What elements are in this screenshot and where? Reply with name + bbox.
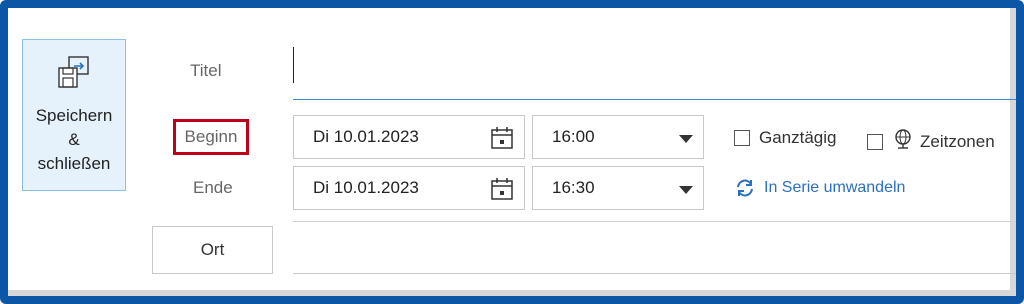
location-button-label: Ort bbox=[200, 240, 225, 259]
calendar-icon[interactable] bbox=[490, 177, 514, 206]
all-day-option[interactable]: Ganztägig bbox=[734, 128, 837, 148]
make-recurring-link[interactable]: In Serie umwandeln bbox=[734, 177, 905, 199]
end-date-value: Di 10.01.2023 bbox=[313, 178, 419, 197]
begin-label: Beginn bbox=[184, 127, 238, 146]
end-label: Ende bbox=[193, 178, 233, 197]
start-date-field[interactable]: Di 10.01.2023 bbox=[293, 115, 525, 159]
time-zones-checkbox[interactable] bbox=[867, 133, 883, 150]
time-zones-option[interactable]: Zeitzonen bbox=[867, 128, 995, 155]
begin-label-highlighted: Beginn bbox=[173, 119, 249, 155]
make-recurring-label: In Serie umwandeln bbox=[764, 179, 906, 196]
all-day-label: Ganztägig bbox=[759, 128, 837, 147]
end-time-value: 16:30 bbox=[552, 178, 595, 197]
all-day-checkbox[interactable] bbox=[734, 130, 750, 146]
chevron-down-icon[interactable] bbox=[679, 135, 693, 143]
save-label-line3: schließen bbox=[37, 154, 111, 173]
time-zones-label: Zeitzonen bbox=[920, 131, 995, 151]
save-label-line1: Speichern bbox=[35, 106, 113, 125]
start-time-dropdown[interactable]: 16:00 bbox=[532, 115, 704, 159]
save-button-label: Speichern & schließen bbox=[36, 104, 113, 176]
globe-icon bbox=[892, 128, 914, 155]
calendar-icon[interactable] bbox=[490, 126, 514, 155]
save-and-close-button[interactable]: Speichern & schließen bbox=[22, 39, 126, 191]
start-time-value: 16:00 bbox=[552, 127, 595, 146]
location-button[interactable]: Ort bbox=[152, 226, 273, 274]
end-date-field[interactable]: Di 10.01.2023 bbox=[293, 166, 525, 210]
text-cursor bbox=[293, 47, 294, 83]
location-input[interactable] bbox=[293, 222, 1016, 274]
recurrence-icon bbox=[737, 179, 753, 197]
title-label: Titel bbox=[190, 61, 222, 80]
chevron-down-icon[interactable] bbox=[679, 186, 693, 194]
save-label-line2: & bbox=[68, 130, 80, 149]
title-input[interactable] bbox=[293, 44, 1016, 100]
frame-shadow-bottom bbox=[8, 290, 1016, 296]
start-date-value: Di 10.01.2023 bbox=[313, 127, 419, 146]
save-close-icon bbox=[56, 54, 92, 95]
end-time-dropdown[interactable]: 16:30 bbox=[532, 166, 704, 210]
